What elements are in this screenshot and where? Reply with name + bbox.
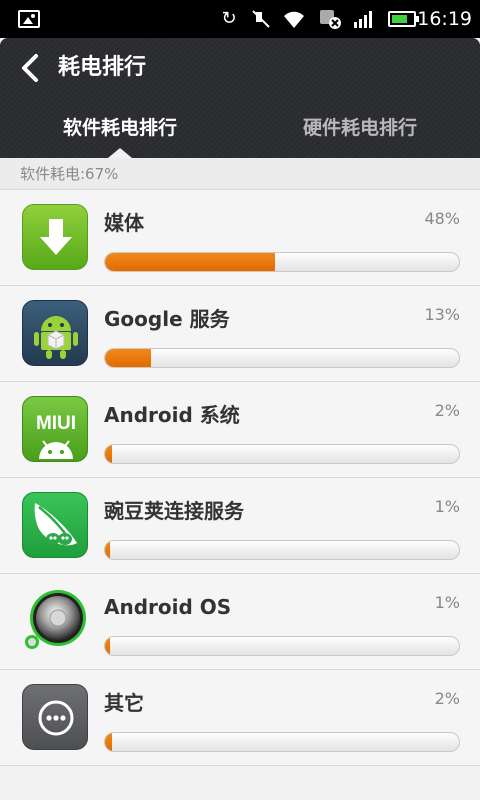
usage-bar [104,444,460,464]
back-button[interactable] [12,50,48,86]
list-item[interactable]: 其它 2% [0,670,480,766]
usage-bar [104,348,460,368]
item-name: 媒体 [104,211,144,235]
usage-bar [104,252,460,272]
usage-bar [104,636,460,656]
more-icon [22,684,88,750]
status-bar: ↻ 16:19 [0,0,480,38]
list-item[interactable]: Android OS 1% [0,574,480,670]
usage-bar [104,732,460,752]
usage-bar-fill [105,349,152,367]
notification-icon [318,8,341,30]
usage-list: 媒体 48% Google 服务 13% MIUI Android 系统 2% … [0,190,480,766]
tab-indicator [108,148,132,158]
list-item[interactable]: 媒体 48% [0,190,480,286]
item-percent: 2% [434,401,460,420]
tab-software[interactable]: 软件耗电排行 [0,110,240,146]
os-disc-icon [22,588,88,654]
usage-bar [104,540,460,560]
wifi-icon [282,8,304,30]
usage-bar-fill [105,445,113,463]
item-percent: 1% [434,497,460,516]
status-time: 16:19 [417,8,472,30]
item-name: 豌豆荚连接服务 [104,499,244,523]
item-percent: 1% [434,593,460,612]
item-name: Google 服务 [104,307,230,331]
android-box-icon [22,300,88,366]
download-icon [22,204,88,270]
sync-icon: ↻ [221,8,237,29]
item-name: Android OS [104,595,232,619]
list-item[interactable]: MIUI Android 系统 2% [0,382,480,478]
usage-bar-fill [105,733,113,751]
item-percent: 48% [424,209,460,228]
pea-icon [22,492,88,558]
list-item[interactable]: Google 服务 13% [0,286,480,382]
usage-bar-fill [105,541,111,559]
software-usage-summary: 软件耗电:67% [0,158,480,190]
tab-hardware[interactable]: 硬件耗电排行 [240,110,480,146]
mute-icon [250,8,272,30]
picture-icon [18,10,40,28]
battery-icon [388,11,419,27]
item-percent: 2% [434,689,460,708]
item-name: 其它 [104,691,144,715]
page-title: 耗电排行 [58,55,147,80]
item-percent: 13% [424,305,460,324]
chevron-left-icon [22,54,38,82]
item-name: Android 系统 [104,403,240,427]
miui-icon: MIUI [22,396,88,462]
header: 耗电排行 软件耗电排行 硬件耗电排行 [0,38,480,158]
svg-text:MIUI: MIUI [36,413,76,434]
list-item[interactable]: 豌豆荚连接服务 1% [0,478,480,574]
usage-bar-fill [105,637,111,655]
signal-icon [352,8,374,30]
usage-bar-fill [105,253,275,271]
